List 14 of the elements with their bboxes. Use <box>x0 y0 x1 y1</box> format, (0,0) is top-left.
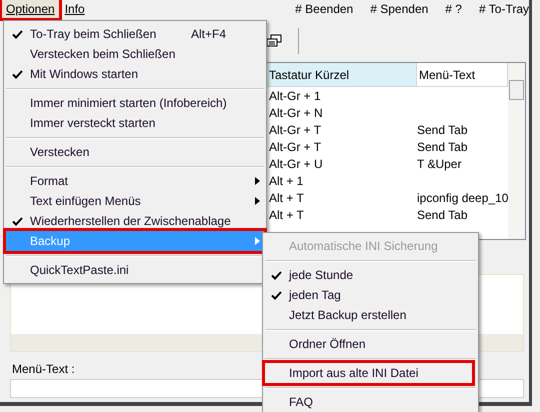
table-cell-text: Send Tab <box>417 122 468 138</box>
table-cell-text: Alt + T <box>268 206 305 224</box>
table-cell-text: Alt-Gr + N <box>268 104 324 122</box>
table-cell-text: Send Tab <box>417 138 468 156</box>
table-cell-text: Alt + 1 <box>268 172 304 190</box>
table-cell-text: T &Uper <box>417 156 462 172</box>
table-cell-text: Alt-Gr + 1 <box>268 88 322 104</box>
table-cell-text: ipconfig deep_10 <box>417 190 508 206</box>
table-cell-text: Send Tab <box>417 206 468 224</box>
table-cell-text: Alt-Gr + U <box>268 156 324 172</box>
table-cell-text: Alt + T <box>268 190 305 206</box>
table-cell-text: Alt-Gr + T <box>268 122 322 138</box>
field-label: Menü-Text : <box>12 361 75 378</box>
table-cell-text: Alt-Gr + T <box>268 138 322 156</box>
